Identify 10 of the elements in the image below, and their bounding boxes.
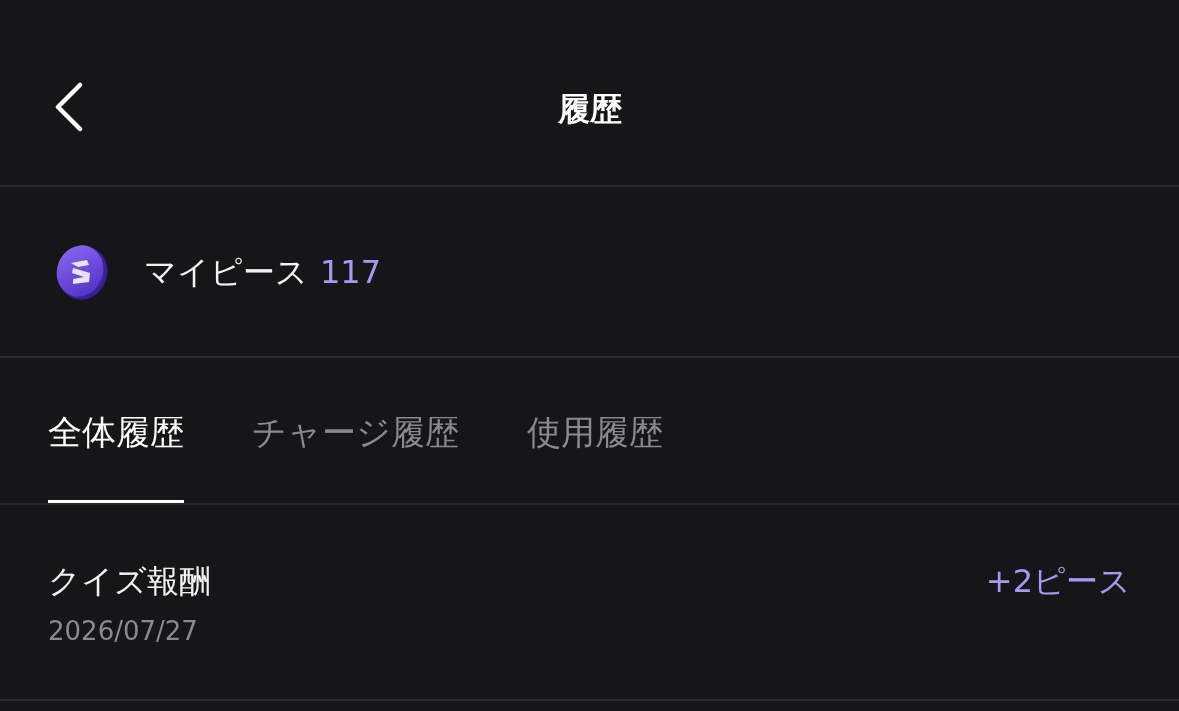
history-title: クイズ報酬 <box>48 561 211 601</box>
tab[interactable]: 使用履歴 <box>527 412 663 503</box>
page-title: 履歴 <box>557 88 622 129</box>
coin-icon <box>54 242 108 301</box>
tab[interactable]: チャージ履歴 <box>252 412 459 503</box>
chevron-left-icon <box>54 82 84 132</box>
balance-label: マイピース <box>144 251 308 292</box>
history-date: 2026/07/27 <box>48 615 199 647</box>
history-amount: +2ピース <box>985 561 1131 601</box>
balance-amount: 117 <box>320 251 382 292</box>
